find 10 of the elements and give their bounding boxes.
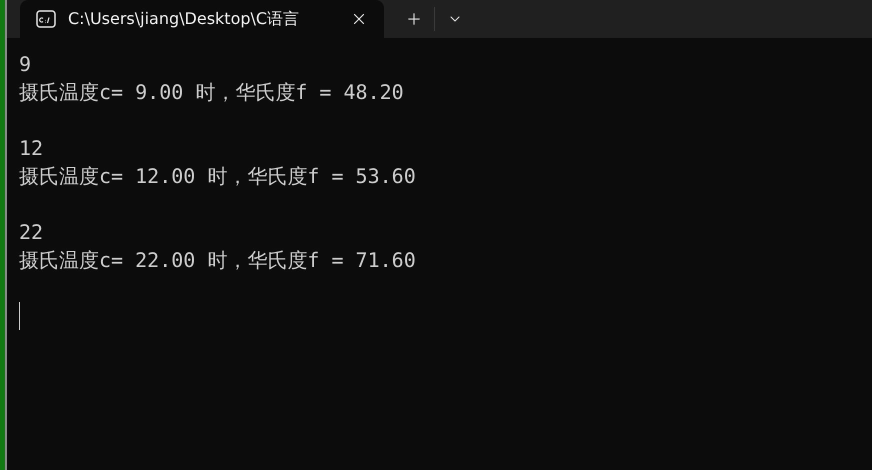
text-cursor (19, 302, 20, 330)
input-line: 9 (19, 51, 32, 78)
input-line: 22 (19, 219, 44, 246)
output-line: 摄氏温度c= 22.00 时，华氏度f = 71.60 (19, 247, 416, 274)
output-line: 摄氏温度c= 12.00 时，华氏度f = 53.60 (19, 163, 416, 190)
input-line: 12 (19, 135, 44, 162)
terminal-icon (36, 10, 56, 28)
output-line: 摄氏温度c= 9.00 时，华氏度f = 48.20 (19, 79, 404, 106)
terminal-tab[interactable]: C:\Users\jiang\Desktop\C语言 (20, 0, 384, 38)
tab-title: C:\Users\jiang\Desktop\C语言 (68, 8, 300, 30)
